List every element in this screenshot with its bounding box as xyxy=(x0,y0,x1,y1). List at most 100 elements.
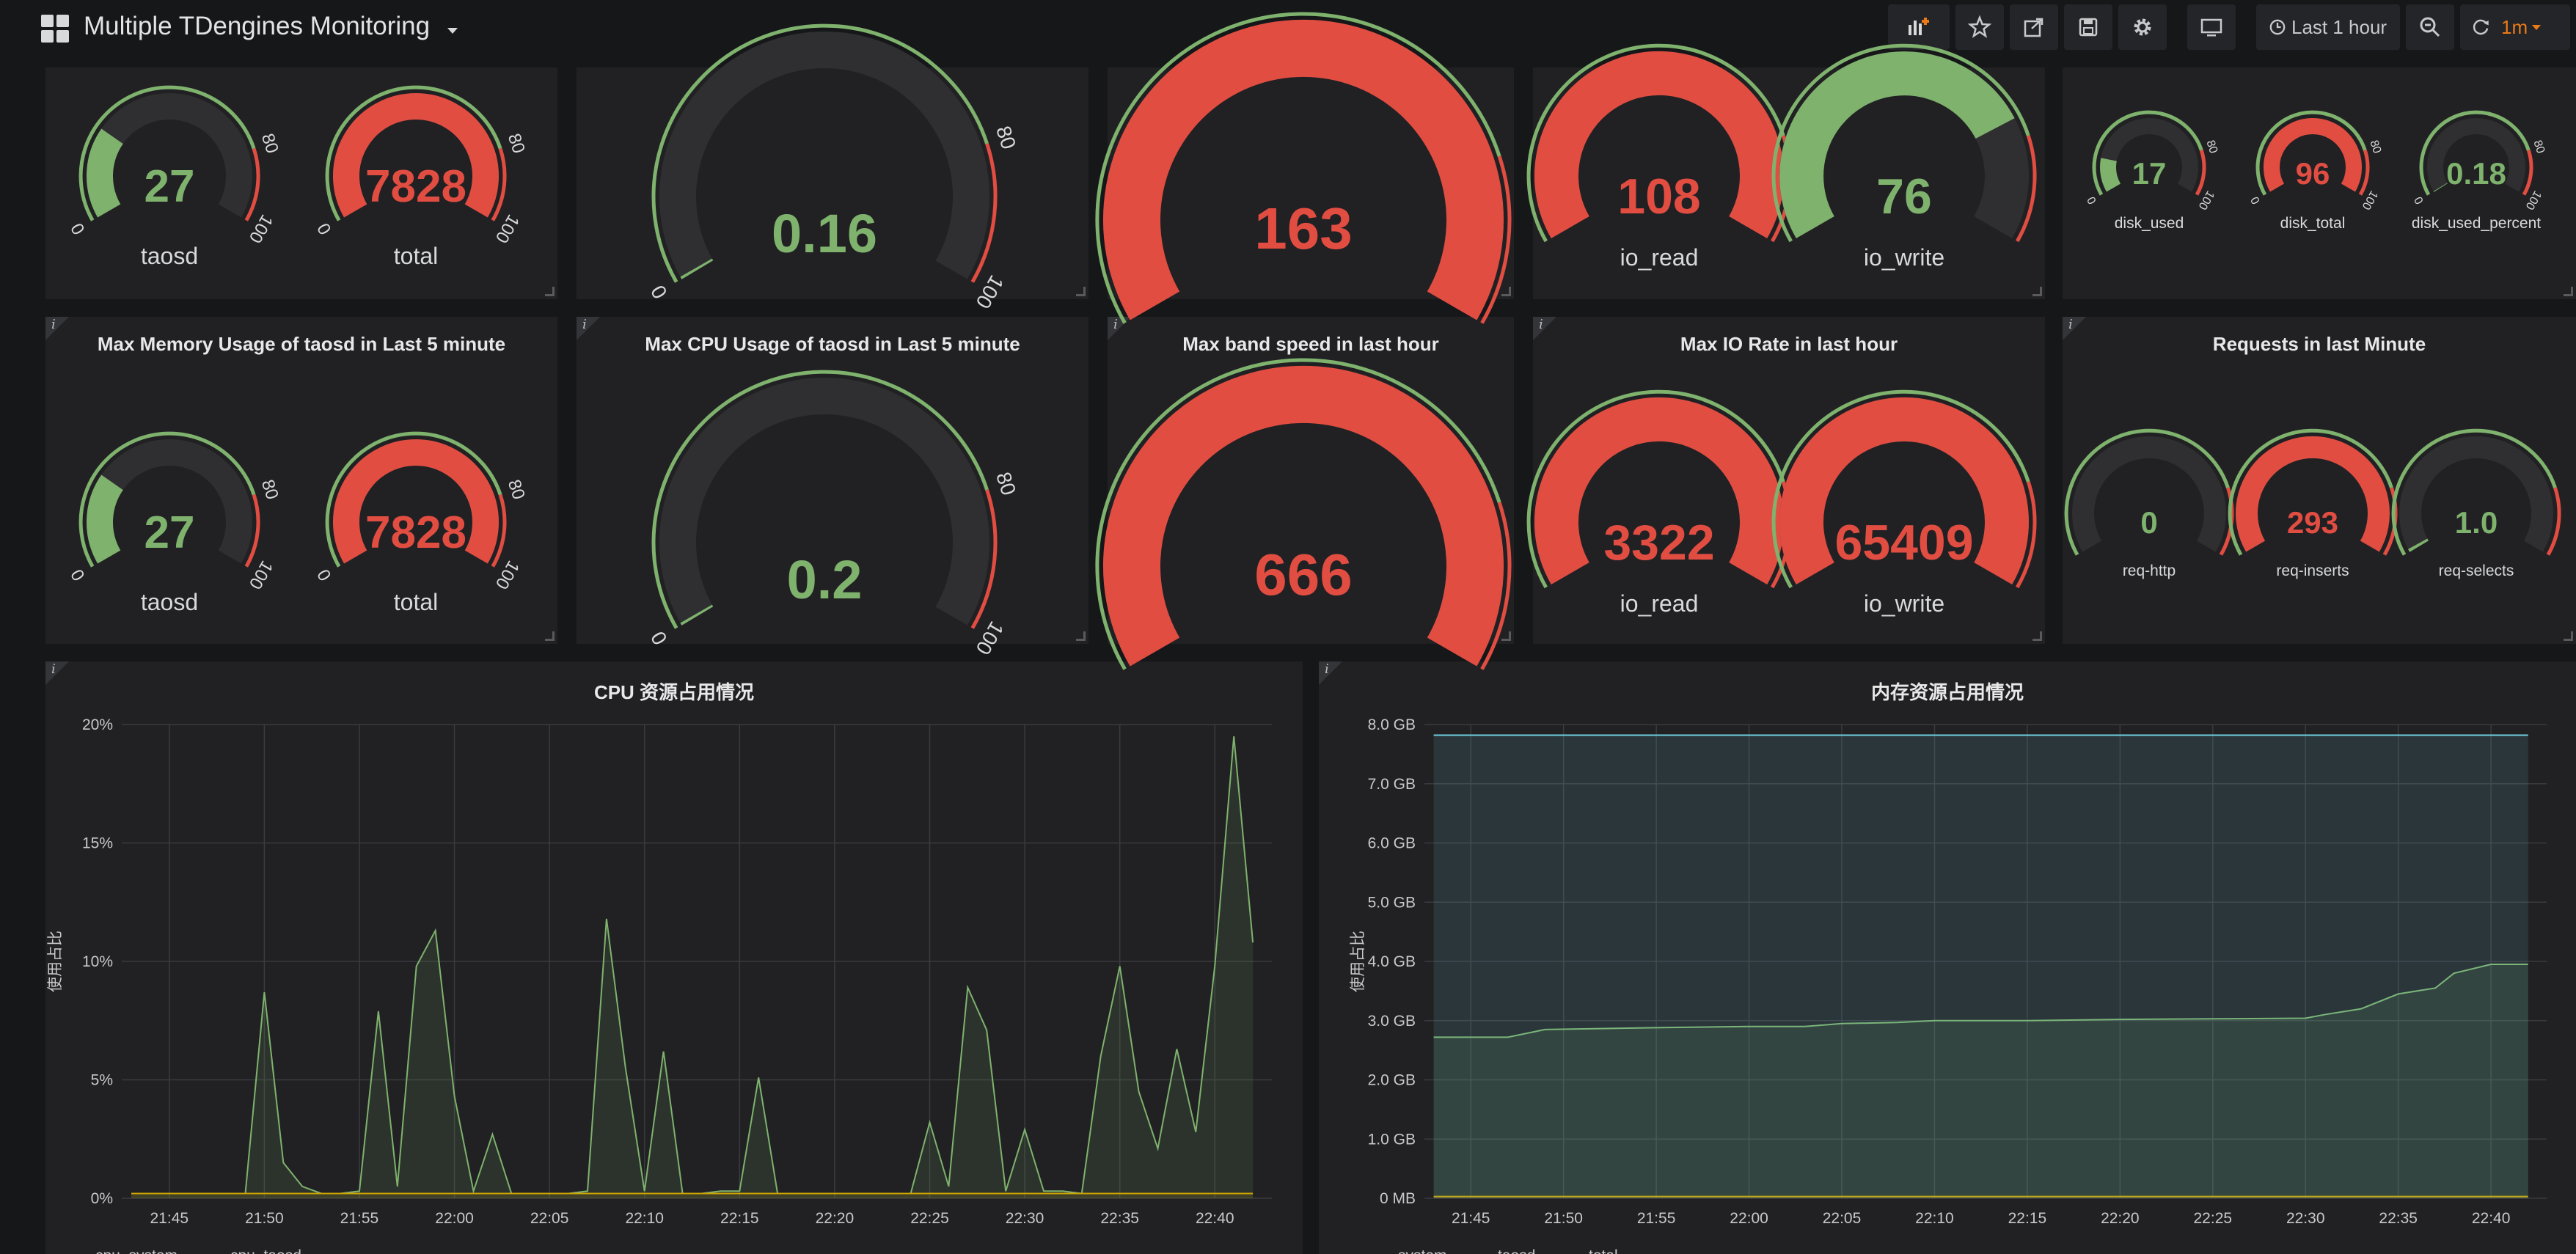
gauge-value: 7828 xyxy=(365,161,466,212)
gauge-tick-min: 0 xyxy=(67,565,89,584)
refresh-icon xyxy=(2473,19,2489,35)
gauge-tick-mid: 80 xyxy=(2203,139,2220,155)
y-axis-label: 使用占比 xyxy=(1350,931,1366,992)
gauge-value: 0.2 xyxy=(786,549,863,610)
x-tick-label: 22:35 xyxy=(1100,1210,1139,1227)
share-button[interactable] xyxy=(2010,4,2058,50)
add-panel-icon xyxy=(1909,18,1929,35)
resize-handle[interactable] xyxy=(1076,287,1086,296)
gauge-value: 7828 xyxy=(365,507,466,558)
gauge-tick-min: 0 xyxy=(313,219,335,238)
zoom-out-icon xyxy=(2420,17,2440,37)
save-icon xyxy=(2079,18,2098,37)
gauge-label: io_write xyxy=(1863,590,1945,617)
y-tick-label: 0% xyxy=(91,1190,113,1207)
x-tick-label: 21:45 xyxy=(1452,1210,1490,1227)
gauge-value: 1.0 xyxy=(2454,505,2498,540)
gauge-label: io_write xyxy=(1863,243,1945,271)
gauge-tick-mid: 80 xyxy=(2367,139,2383,155)
share-icon xyxy=(2024,18,2043,37)
star-button[interactable] xyxy=(1955,4,2004,50)
gauge-value: 0.16 xyxy=(771,202,878,264)
x-tick-label: 22:00 xyxy=(1730,1210,1768,1227)
tv-icon xyxy=(2200,18,2222,37)
y-tick-label: 3.0 GB xyxy=(1368,1013,1416,1030)
gauge-tick-min: 0 xyxy=(2249,194,2263,206)
gauge-fill xyxy=(680,258,714,279)
time-range-label: Last 1 hour xyxy=(2291,15,2387,38)
gauge-tick-min: 0 xyxy=(646,282,672,303)
legend-item: total xyxy=(1589,1247,1618,1254)
x-tick-label: 22:30 xyxy=(1006,1210,1044,1227)
x-tick-label: 22:35 xyxy=(2379,1210,2418,1227)
gauge-tick-min: 0 xyxy=(313,565,335,584)
y-tick-label: 5% xyxy=(91,1072,113,1089)
y-tick-label: 0 MB xyxy=(1380,1190,1416,1207)
x-tick-label: 21:45 xyxy=(150,1210,189,1227)
chevron-down-icon[interactable] xyxy=(447,28,458,34)
x-tick-label: 22:00 xyxy=(435,1210,474,1227)
add-panel-button[interactable] xyxy=(1888,4,1950,50)
x-tick-label: 21:55 xyxy=(1637,1210,1676,1227)
legend-item: cpu_taosd xyxy=(230,1247,301,1254)
memory-usage-chart[interactable]: 0 MB 1.0 GB 2.0 GB 3.0 GB 4.0 GB 5.0 GB 6.0 GB… xyxy=(1319,661,2576,1254)
gauge-tick-min: 0 xyxy=(2085,194,2099,206)
legend-item: taosd xyxy=(1498,1247,1535,1254)
series-area-total xyxy=(1433,735,2528,1198)
x-tick-label: 22:15 xyxy=(2008,1210,2047,1227)
gauge-tick-min: 0 xyxy=(646,628,672,649)
zoom-out-button[interactable] xyxy=(2406,4,2454,50)
x-tick-label: 21:50 xyxy=(1544,1210,1583,1227)
resize-handle[interactable] xyxy=(2564,631,2573,641)
y-tick-label: 6.0 GB xyxy=(1368,835,1416,852)
gauge-tick-min: 0 xyxy=(2412,194,2426,206)
tv-mode-button[interactable] xyxy=(2187,4,2236,50)
legend-item: cpu_system xyxy=(95,1247,178,1254)
gauge-row1-p2-g1: 080100 xyxy=(646,23,1020,312)
y-tick-label: 10% xyxy=(82,953,113,970)
save-button[interactable] xyxy=(2064,4,2112,50)
y-tick-label: 20% xyxy=(82,716,113,733)
y-axis-label: 使用占比 xyxy=(47,931,64,992)
x-tick-label: 22:40 xyxy=(1196,1210,1234,1227)
x-tick-label: 22:20 xyxy=(816,1210,855,1227)
series-line-cpu_system xyxy=(131,736,1254,1195)
panel-title: Max IO Rate in last hour xyxy=(1680,333,1898,355)
gauge-fill xyxy=(1103,366,1504,667)
legend-item: system xyxy=(1398,1247,1447,1254)
resize-handle[interactable] xyxy=(545,631,555,641)
gauge-value: 666 xyxy=(1254,542,1353,607)
clock-icon xyxy=(2269,19,2286,35)
x-tick-label: 22:05 xyxy=(1823,1210,1862,1227)
x-tick-label: 21:55 xyxy=(340,1210,379,1227)
settings-button[interactable] xyxy=(2118,4,2167,50)
y-tick-label: 1.0 GB xyxy=(1368,1131,1416,1148)
x-tick-label: 22:25 xyxy=(910,1210,949,1227)
dashboard-grid-icon[interactable] xyxy=(41,15,70,44)
y-tick-label: 15% xyxy=(82,835,113,852)
gauge-value: 163 xyxy=(1254,196,1353,261)
resize-handle[interactable] xyxy=(1076,631,1086,641)
gauge-fill xyxy=(680,604,714,626)
dashboard-title[interactable]: Multiple TDengines Monitoring xyxy=(84,12,430,41)
gauge-tick-min: 0 xyxy=(67,219,89,238)
gear-icon xyxy=(2134,18,2151,36)
gauge-label: req-selects xyxy=(2438,562,2514,580)
series-area-cpu_system xyxy=(131,736,1254,1198)
x-tick-label: 22:25 xyxy=(2194,1210,2233,1227)
y-tick-label: 2.0 GB xyxy=(1368,1072,1416,1089)
x-tick-label: 22:10 xyxy=(1915,1210,1954,1227)
x-tick-label: 22:10 xyxy=(625,1210,664,1227)
gauge-fill xyxy=(2408,538,2429,552)
gauge-label: total xyxy=(393,588,439,615)
x-tick-label: 22:40 xyxy=(2472,1210,2511,1227)
resize-handle[interactable] xyxy=(2564,287,2573,296)
resize-handle[interactable] xyxy=(545,287,555,296)
gauge-label: disk_used_percent xyxy=(2411,215,2542,232)
x-tick-label: 22:05 xyxy=(530,1210,569,1227)
time-range-picker[interactable]: Last 1 hour xyxy=(2256,4,2400,50)
y-tick-label: 5.0 GB xyxy=(1368,894,1416,911)
cpu-usage-chart[interactable]: 0% 5% 10% 15% 20% 21:45 21:50 21:55 22:00 22:05 22… xyxy=(45,661,1303,1254)
refresh-picker[interactable]: 1m xyxy=(2460,4,2570,50)
star-icon xyxy=(1967,15,1992,38)
